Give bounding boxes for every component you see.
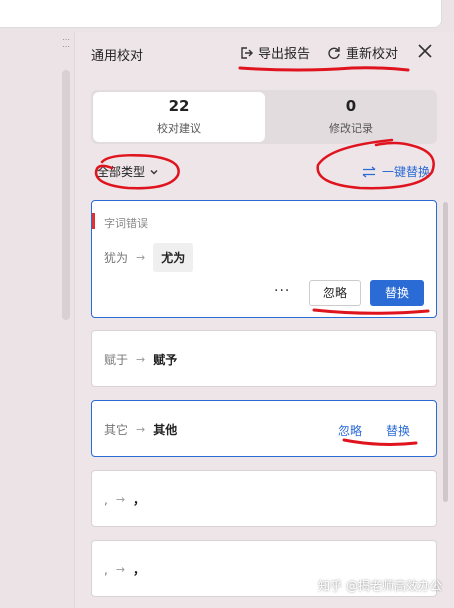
suggestions-label: 校对建议: [157, 122, 201, 135]
document-scrollbar[interactable]: [62, 70, 70, 320]
replace-all-label: 一键替换: [381, 165, 430, 179]
ignore-button[interactable]: 忽略: [309, 280, 361, 306]
more-options-icon[interactable]: ···: [274, 283, 290, 299]
arrow-right-icon: →: [136, 251, 146, 264]
suggestion-card[interactable]: , → ，: [91, 470, 437, 527]
replace-button[interactable]: 替换: [370, 280, 424, 306]
original-text: ,: [104, 492, 108, 507]
correction-pair: 赋于 → 赋予: [104, 351, 177, 368]
original-text: 其它: [104, 423, 129, 437]
tab-edit-history[interactable]: 0 修改记录: [265, 90, 437, 144]
type-filter-dropdown[interactable]: 全部类型: [97, 163, 159, 180]
swap-arrows-icon: [362, 166, 376, 177]
chevron-down-icon: [150, 169, 158, 174]
arrow-right-icon: →: [136, 423, 146, 436]
correction-pair: 其它 → 其他: [104, 421, 177, 438]
splitter-grip-icon[interactable]: ⋯ ⋯: [62, 36, 70, 51]
replace-link[interactable]: 替换: [386, 422, 410, 439]
proofreading-panel: 通用校对 导出报告 重新校对 22 校对建议 0 修改记录 全部类型 一键替换 …: [75, 32, 454, 608]
correction-pair: , → ，: [104, 491, 145, 508]
watermark: 知乎 @揭老师高效办公: [318, 579, 442, 593]
recheck-button[interactable]: 重新校对: [327, 43, 398, 62]
replace-all-button[interactable]: 一键替换: [362, 163, 430, 180]
original-text: ,: [104, 562, 108, 577]
panel-title: 通用校对: [91, 49, 144, 64]
suggested-text: 其他: [153, 423, 178, 437]
edits-count: 0: [345, 97, 357, 115]
export-report-button[interactable]: 导出报告: [239, 43, 310, 62]
export-icon: [241, 46, 253, 59]
tab-suggestions[interactable]: 22 校对建议: [93, 92, 265, 142]
correction-pair: 犹为 → 尤为: [104, 243, 194, 272]
suggested-text: ，: [133, 493, 146, 507]
arrow-right-icon: →: [136, 353, 146, 366]
suggested-text: 尤为: [153, 243, 194, 272]
close-icon[interactable]: [416, 42, 434, 60]
suggestion-card[interactable]: 其它 → 其他 忽略 替换: [91, 400, 437, 457]
panel-scrollbar[interactable]: [443, 202, 448, 502]
document-area-card: [0, 0, 442, 28]
arrow-right-icon: →: [115, 493, 126, 506]
refresh-icon: [328, 46, 340, 59]
original-text: 犹为: [104, 251, 129, 265]
type-filter-label: 全部类型: [97, 165, 146, 179]
export-report-label: 导出报告: [258, 47, 311, 62]
category-tag: 字词错误: [104, 217, 148, 230]
arrow-right-icon: →: [115, 563, 126, 576]
original-text: 赋于: [104, 353, 129, 367]
suggested-text: 赋予: [153, 353, 178, 367]
suggestion-card[interactable]: 字词错误 犹为 → 尤为 ··· 忽略 替换: [91, 200, 437, 318]
correction-pair: , → ，: [104, 561, 145, 578]
suggestions-count: 22: [168, 97, 190, 115]
suggestion-card[interactable]: 赋于 → 赋予: [91, 330, 437, 387]
ignore-link[interactable]: 忽略: [338, 422, 362, 439]
stats-tabs: 22 校对建议 0 修改记录: [91, 90, 437, 144]
suggested-text: ，: [133, 563, 146, 577]
edits-label: 修改记录: [329, 122, 373, 135]
recheck-label: 重新校对: [346, 47, 399, 62]
error-marker: [92, 213, 95, 229]
